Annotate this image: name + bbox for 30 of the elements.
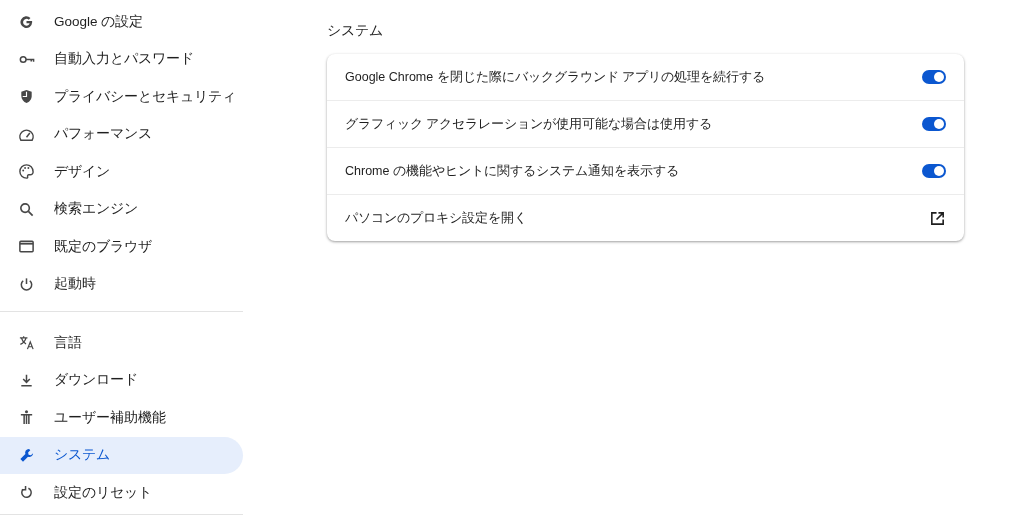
- sidebar-item[interactable]: 起動時: [0, 265, 243, 303]
- search-icon: [18, 200, 35, 218]
- sidebar-item[interactable]: プライバシーとセキュリティ: [0, 78, 243, 116]
- setting-label: Chrome の機能やヒントに関するシステム通知を表示する: [345, 162, 679, 180]
- sidebar-item[interactable]: 既定のブラウザ: [0, 228, 243, 266]
- wrench-icon: [18, 446, 35, 464]
- setting-label: グラフィック アクセラレーションが使用可能な場合は使用する: [345, 115, 713, 133]
- sidebar-item[interactable]: 設定のリセット: [0, 474, 243, 512]
- power-icon: [18, 275, 35, 293]
- g-logo-icon: [18, 13, 35, 31]
- toggle-switch[interactable]: [922, 117, 946, 131]
- palette-icon: [18, 163, 35, 181]
- sidebar-item[interactable]: システム: [0, 436, 243, 474]
- sidebar-item[interactable]: ダウンロード: [0, 361, 243, 399]
- setting-label: パソコンのプロキシ設定を開く: [345, 209, 527, 227]
- shield-icon: [18, 88, 35, 106]
- sidebar-item[interactable]: デザイン: [0, 153, 243, 191]
- sidebar-item[interactable]: Google の設定: [0, 3, 243, 41]
- toggle-switch[interactable]: [922, 164, 946, 178]
- toggle-switch[interactable]: [922, 70, 946, 84]
- setting-label: Google Chrome を閉じた際にバックグラウンド アプリの処理を続行する: [345, 68, 766, 86]
- section-title: システム: [327, 22, 384, 40]
- sidebar-item[interactable]: 検索エンジン: [0, 190, 243, 228]
- sidebar-item[interactable]: 言語: [0, 324, 243, 362]
- sidebar-item[interactable]: パフォーマンス: [0, 115, 243, 153]
- translate-icon: [18, 334, 35, 352]
- external-link-icon[interactable]: [929, 209, 946, 227]
- sidebar-item[interactable]: 自動入力とパスワード: [0, 40, 243, 78]
- accessibility-icon: [18, 409, 35, 427]
- sidebar-item[interactable]: ユーザー補助機能: [0, 399, 243, 437]
